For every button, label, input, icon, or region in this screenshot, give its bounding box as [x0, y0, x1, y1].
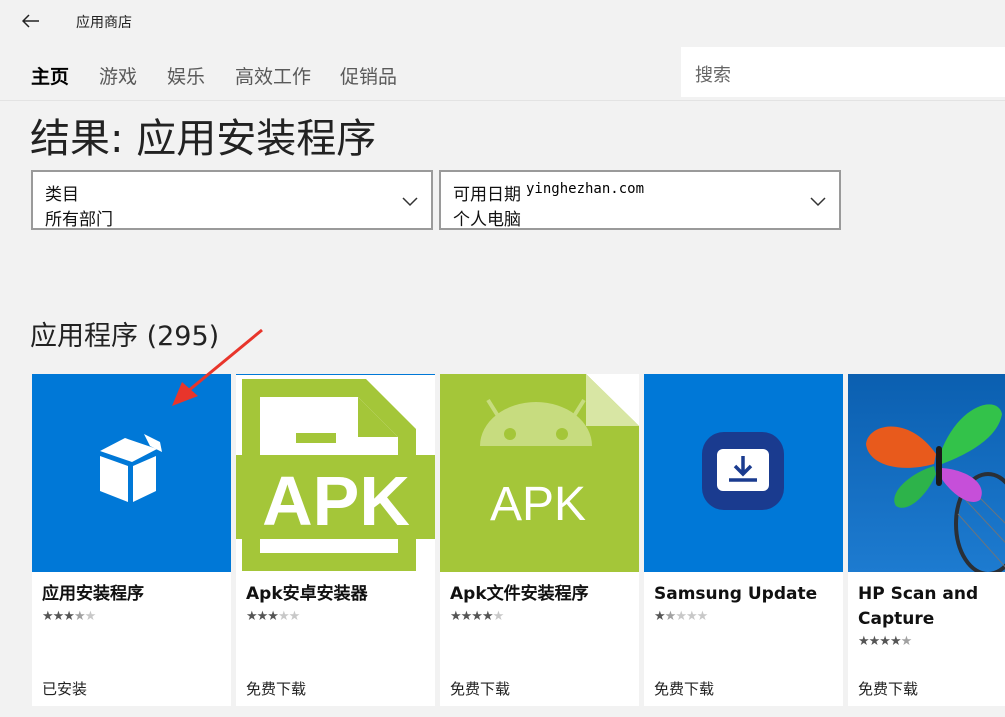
app-status: 免费下载 — [450, 680, 511, 698]
app-status: 免费下载 — [858, 680, 919, 698]
rating-stars: ★★★★★ — [450, 609, 504, 624]
search-input[interactable]: 搜索 — [681, 47, 1005, 97]
chevron-down-icon — [402, 197, 418, 207]
butterfly-net-icon — [866, 404, 1005, 572]
app-card[interactable]: Samsung Update ★★★★★ 免费下载 — [644, 374, 843, 706]
app-thumbnail — [32, 374, 231, 572]
app-thumbnail: APK — [440, 374, 639, 572]
app-card[interactable]: APK Apk文件安装程序 ★★★★★ 免费下载 — [440, 374, 639, 706]
box-icon — [100, 434, 162, 502]
svg-text:APK: APK — [262, 462, 410, 540]
rating-stars: ★★★★★ — [246, 609, 300, 624]
chevron-down-icon — [810, 197, 826, 207]
tab-entertainment[interactable]: 娱乐 — [167, 62, 205, 89]
app-name: Apk文件安装程序 — [450, 584, 589, 604]
category-filter-label: 类目 — [45, 185, 79, 205]
tab-deals[interactable]: 促销品 — [340, 62, 397, 89]
app-card[interactable]: APK Apk安卓安装器 ★★★★★ 免费下载 — [236, 374, 435, 706]
category-filter-value: 所有部门 — [45, 210, 113, 230]
section-title-label: 应用程序 — [30, 321, 138, 352]
section-title: 应用程序 (295) — [30, 314, 219, 353]
section-count: (295) — [146, 321, 220, 352]
app-thumbnail — [848, 374, 1005, 572]
app-thumbnail: APK — [236, 374, 435, 572]
app-name: Apk安卓安装器 — [246, 584, 368, 604]
app-name: Samsung Update — [654, 584, 818, 604]
availability-filter-label: 可用日期 — [453, 185, 521, 205]
app-name: 应用安装程序 — [42, 584, 144, 604]
search-placeholder: 搜索 — [695, 65, 731, 86]
divider — [0, 100, 1005, 101]
rating-stars: ★★★★★ — [858, 634, 912, 649]
watermark-text: yinghezhan.com — [526, 181, 645, 197]
app-name: HP Scan and Capture — [858, 584, 979, 629]
app-status: 免费下载 — [246, 680, 307, 698]
download-icon — [702, 432, 784, 510]
app-status: 免费下载 — [654, 680, 715, 698]
svg-text:APK: APK — [490, 478, 586, 531]
back-arrow-icon — [22, 14, 39, 28]
tab-productivity[interactable]: 高效工作 — [235, 62, 311, 89]
category-filter[interactable]: 类目 所有部门 — [31, 170, 433, 230]
rating-stars: ★★★★★ — [42, 609, 96, 624]
availability-filter-value: 个人电脑 — [453, 210, 521, 230]
apk-document-icon: APK — [236, 379, 435, 571]
app-thumbnail — [644, 374, 843, 572]
tab-home[interactable]: 主页 — [31, 62, 69, 89]
availability-filter[interactable]: 可用日期 个人电脑 — [439, 170, 841, 230]
app-card[interactable]: HP Scan and Capture ★★★★★ 免费下载 — [848, 374, 1005, 706]
app-title: 应用商店 — [76, 15, 132, 31]
page-title: 结果: 应用安装程序 — [30, 116, 377, 162]
title-bar: 应用商店 — [0, 0, 1005, 42]
rating-stars: ★★★★★ — [654, 609, 708, 624]
app-card[interactable]: 应用安装程序 ★★★★★ 已安装 — [32, 374, 231, 706]
tab-games[interactable]: 游戏 — [99, 62, 137, 89]
app-status: 已安装 — [42, 680, 88, 698]
back-button[interactable] — [16, 8, 46, 34]
android-apk-icon: APK — [440, 374, 639, 572]
